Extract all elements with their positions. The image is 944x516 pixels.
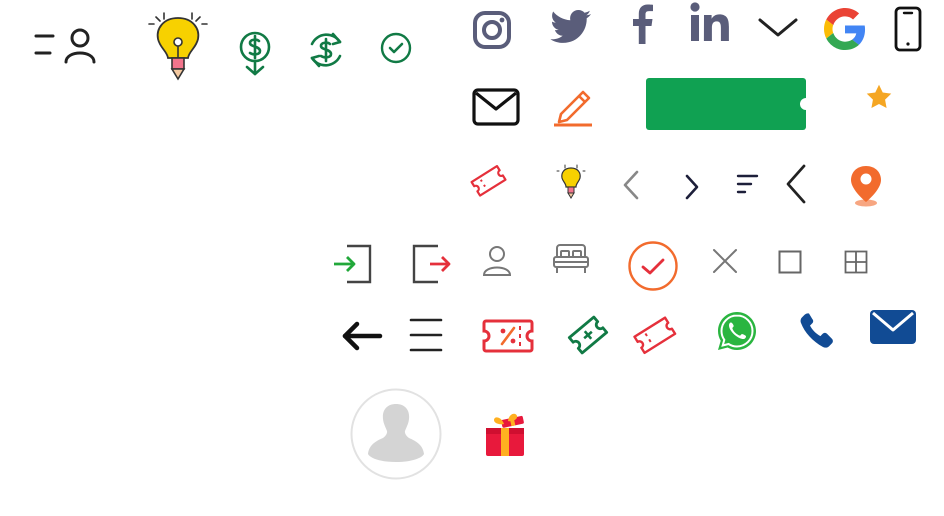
chevron-left-large-icon[interactable] xyxy=(784,164,808,204)
envelope-icon[interactable] xyxy=(472,88,520,126)
dollar-refresh-icon xyxy=(306,30,346,70)
bed-icon xyxy=(552,243,590,275)
instagram-icon[interactable] xyxy=(472,10,512,50)
star-icon[interactable] xyxy=(865,83,893,111)
chevron-left-gray-icon[interactable] xyxy=(622,170,640,200)
check-circle-icon xyxy=(380,32,412,64)
logout-icon[interactable] xyxy=(412,244,452,284)
menu-user-icon[interactable] xyxy=(33,26,97,64)
dollar-down-icon xyxy=(238,30,272,76)
square-icon[interactable] xyxy=(778,250,802,274)
discount-ticket-icon[interactable] xyxy=(482,318,534,354)
lightbulb-icon xyxy=(556,164,586,200)
mail-filled-icon[interactable] xyxy=(870,309,916,345)
close-icon[interactable] xyxy=(712,248,738,274)
linkedin-icon[interactable] xyxy=(690,2,732,42)
chevron-right-icon[interactable] xyxy=(684,174,700,200)
mobile-phone-icon[interactable] xyxy=(894,6,922,52)
avatar-placeholder-icon[interactable] xyxy=(350,388,442,480)
twitter-icon[interactable] xyxy=(550,10,592,44)
green-banner[interactable] xyxy=(646,78,810,130)
ticket-icon[interactable] xyxy=(470,164,507,197)
ticket-outline-icon[interactable] xyxy=(632,314,677,355)
whatsapp-icon[interactable] xyxy=(716,310,758,352)
login-icon[interactable] xyxy=(332,244,372,284)
facebook-icon[interactable] xyxy=(630,4,654,44)
user-outline-icon[interactable] xyxy=(482,245,512,277)
edit-pencil-icon[interactable] xyxy=(552,86,596,128)
location-pin-icon[interactable] xyxy=(848,164,884,208)
gift-icon[interactable] xyxy=(482,410,528,458)
google-icon[interactable] xyxy=(824,8,866,50)
chevron-down-icon[interactable] xyxy=(758,16,798,38)
grid-icon[interactable] xyxy=(844,250,868,274)
check-circle-orange-icon[interactable] xyxy=(627,240,679,292)
sort-icon[interactable] xyxy=(736,174,760,194)
banner-notch xyxy=(800,98,810,110)
arrow-left-icon[interactable] xyxy=(340,320,384,352)
lightbulb-pencil-icon xyxy=(146,10,210,82)
phone-icon[interactable] xyxy=(800,312,838,350)
ticket-plus-icon[interactable] xyxy=(567,314,609,356)
hamburger-menu-icon[interactable] xyxy=(409,317,443,353)
